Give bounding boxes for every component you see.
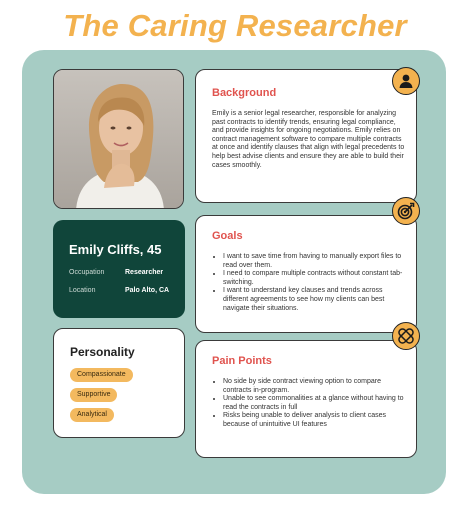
trait-pill: Supportive xyxy=(70,388,118,402)
page-title: The Caring Researcher xyxy=(63,8,407,43)
trait-pill: Compassionate xyxy=(70,368,133,382)
goal-item: I need to compare multiple contracts wit… xyxy=(223,270,408,287)
pain-points-heading: Pain Points xyxy=(212,355,272,367)
occupation-value: Researcher xyxy=(125,269,164,276)
goals-heading: Goals xyxy=(212,230,243,242)
bandage-icon xyxy=(392,322,420,350)
trait-pill: Analytical xyxy=(70,408,114,422)
portrait-image xyxy=(54,70,183,208)
pain-points-list: No side by side contract viewing option … xyxy=(212,378,408,430)
goals-card: Goals I want to save time from having to… xyxy=(195,215,417,333)
background-card: Background Emily is a senior legal resea… xyxy=(195,69,417,203)
pain-point-item: No side by side contract viewing option … xyxy=(223,378,408,395)
target-icon xyxy=(392,197,420,225)
background-text: Emily is a senior legal researcher, resp… xyxy=(212,110,405,169)
location-label: Location xyxy=(69,287,96,294)
goal-item: I want to save time from having to manua… xyxy=(223,253,408,270)
persona-id-card: Emily Cliffs, 45 Occupation Researcher L… xyxy=(53,220,185,318)
persona-photo xyxy=(53,69,184,209)
personality-card: Personality Compassionate Supportive Ana… xyxy=(53,328,185,438)
pain-point-item: Unable to see commonalities at a glance … xyxy=(223,395,408,412)
personality-heading: Personality xyxy=(70,345,135,359)
occupation-label: Occupation xyxy=(69,269,105,276)
background-heading: Background xyxy=(212,87,277,99)
location-value: Palo Alto, CA xyxy=(125,287,170,294)
goals-list: I want to save time from having to manua… xyxy=(212,253,408,313)
pain-point-item: Risks being unable to deliver analysis t… xyxy=(223,412,408,429)
goal-item: I want to understand key clauses and tre… xyxy=(223,287,408,313)
person-icon xyxy=(392,67,420,95)
persona-name: Emily Cliffs, 45 xyxy=(69,242,162,257)
pain-points-card: Pain Points No side by side contract vie… xyxy=(195,340,417,458)
